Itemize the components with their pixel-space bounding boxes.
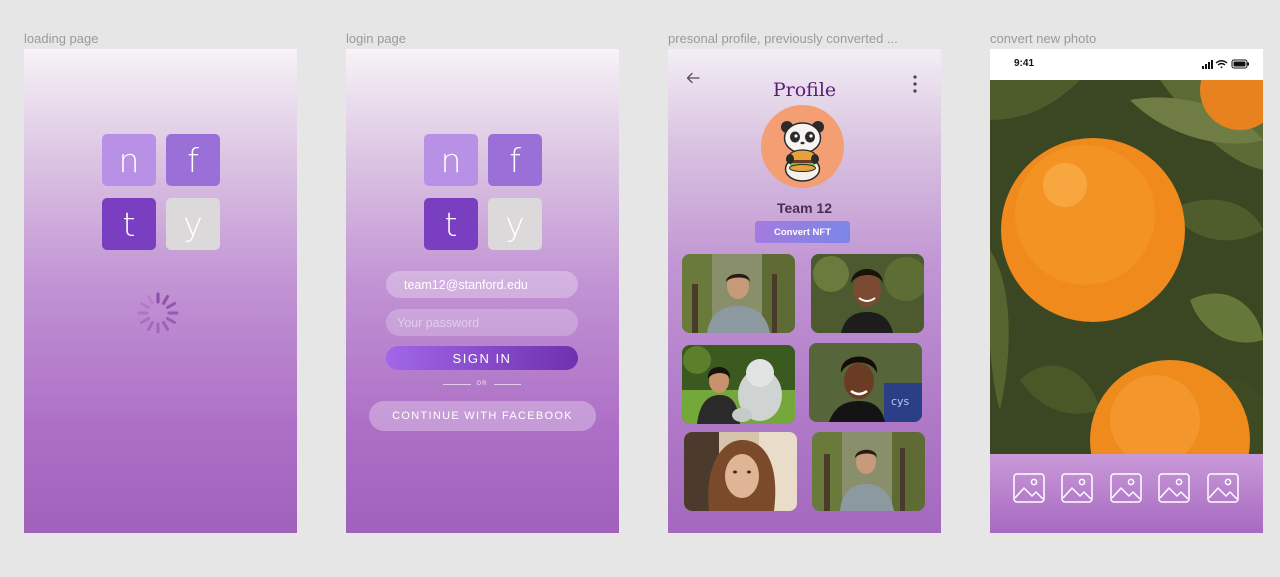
logo-tile-t: t — [424, 198, 478, 250]
profile-screen: Profile Team 12 Convert NFT cys — [668, 49, 941, 533]
frame-label-convert: convert new photo — [990, 31, 1097, 46]
more-options-icon[interactable] — [912, 74, 918, 94]
nft-photo-4[interactable]: cys — [809, 343, 922, 422]
frame-label-loading: loading page — [24, 31, 99, 46]
convert-screen: 9:41 — [990, 49, 1263, 533]
gallery-image-icon[interactable] — [1207, 473, 1239, 503]
facebook-login-button[interactable]: CONTINUE WITH FACEBOOK — [369, 401, 596, 431]
wifi-icon — [1215, 60, 1228, 69]
status-time: 9:41 — [1014, 58, 1035, 69]
status-bar: 9:41 — [990, 49, 1263, 80]
profile-name: Team 12 — [777, 200, 832, 216]
battery-icon — [1231, 59, 1249, 69]
panda-burger-icon — [781, 121, 824, 182]
loading-spinner-icon — [137, 292, 179, 334]
photo-preview[interactable] — [990, 50, 1263, 520]
app-logo: n f t y — [102, 134, 220, 250]
logo-tile-f: f — [488, 134, 542, 186]
email-field[interactable]: team12@stanford.edu — [386, 271, 578, 298]
app-logo: n f t y — [424, 134, 542, 250]
avatar[interactable] — [761, 105, 844, 188]
or-label: OR — [476, 381, 488, 387]
sign-in-button[interactable]: SIGN IN — [386, 346, 578, 370]
logo-tile-n: n — [102, 134, 156, 186]
convert-nft-button[interactable]: Convert NFT — [755, 221, 850, 243]
frame-label-profile: presonal profile, previously converted .… — [668, 31, 898, 46]
login-screen: n f t y team12@stanford.edu Your passwor… — [346, 49, 619, 533]
nft-photo-1[interactable] — [682, 254, 795, 333]
logo-tile-t: t — [102, 198, 156, 250]
nft-photo-6[interactable] — [812, 432, 925, 511]
logo-tile-y: y — [488, 198, 542, 250]
or-divider: OR — [443, 379, 521, 389]
logo-tile-n: n — [424, 134, 478, 186]
nft-photo-5[interactable] — [684, 432, 797, 511]
svg-text:cys: cys — [891, 395, 910, 408]
gallery-image-icon[interactable] — [1061, 473, 1093, 503]
photo-picker-bar — [990, 454, 1263, 533]
password-field[interactable]: Your password — [386, 309, 578, 336]
loading-screen: n f t y — [24, 49, 297, 533]
gallery-image-icon[interactable] — [1158, 473, 1190, 503]
gallery-image-icon[interactable] — [1110, 473, 1142, 503]
gallery-image-icon[interactable] — [1013, 473, 1045, 503]
logo-tile-f: f — [166, 134, 220, 186]
frame-label-login: login page — [346, 31, 406, 46]
page-title: Profile — [772, 79, 837, 101]
nft-photo-3[interactable] — [682, 345, 795, 424]
nft-photo-2[interactable] — [811, 254, 924, 333]
logo-tile-y: y — [166, 198, 220, 250]
signal-icon — [1202, 60, 1213, 69]
status-icons — [1202, 59, 1249, 69]
